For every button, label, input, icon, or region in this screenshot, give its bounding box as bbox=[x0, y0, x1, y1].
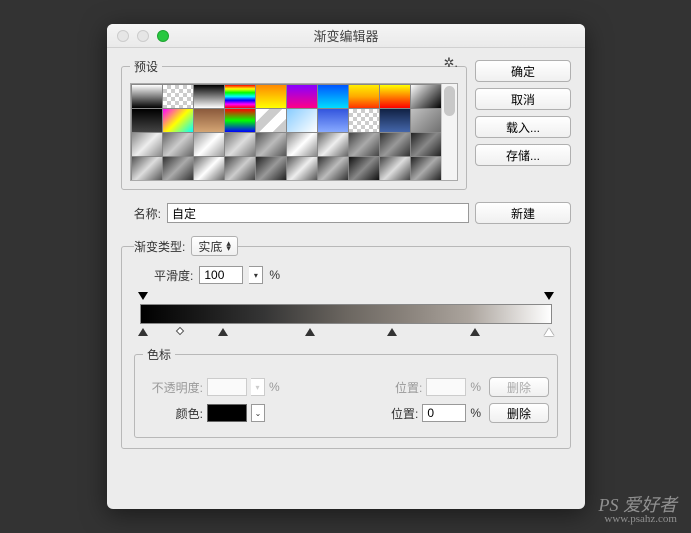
percent-label: % bbox=[470, 406, 481, 420]
presets-label: 预设 bbox=[130, 58, 162, 75]
preset-swatch[interactable] bbox=[255, 84, 287, 109]
gradient-editor-dialog: 渐变编辑器 预设 ✲. 确定 取消 载入... 存储... 名称: 新建 bbox=[107, 24, 585, 509]
preset-swatch[interactable] bbox=[410, 156, 442, 181]
preset-swatch[interactable] bbox=[162, 84, 194, 109]
preset-swatch[interactable] bbox=[379, 132, 411, 157]
gradient-editor bbox=[140, 292, 552, 336]
preset-swatch[interactable] bbox=[410, 84, 442, 109]
preset-swatch[interactable] bbox=[286, 156, 318, 181]
percent-label: % bbox=[269, 268, 280, 282]
chevron-down-icon[interactable]: ▾ bbox=[249, 266, 263, 284]
preset-swatch[interactable] bbox=[193, 84, 225, 109]
preset-swatch[interactable] bbox=[224, 84, 256, 109]
preset-swatch[interactable] bbox=[224, 132, 256, 157]
gradient-type-group: 渐变类型: 实底 ▴▾ 平滑度: ▾ % bbox=[121, 236, 571, 449]
preset-swatch[interactable] bbox=[286, 108, 318, 133]
preset-swatch[interactable] bbox=[317, 132, 349, 157]
delete-color-button[interactable]: 删除 bbox=[489, 403, 549, 423]
cancel-button[interactable]: 取消 bbox=[475, 88, 571, 110]
percent-label: % bbox=[470, 380, 481, 394]
color-stop[interactable] bbox=[470, 326, 480, 336]
preset-swatch[interactable] bbox=[317, 84, 349, 109]
preset-scrollbar[interactable] bbox=[441, 84, 457, 180]
opacity-position-input bbox=[426, 378, 466, 396]
color-stop[interactable] bbox=[305, 326, 315, 336]
type-select[interactable]: 实底 ▴▾ bbox=[191, 236, 238, 256]
color-stop[interactable] bbox=[138, 326, 148, 336]
preset-swatch[interactable] bbox=[224, 156, 256, 181]
preset-swatch[interactable] bbox=[348, 132, 380, 157]
stops-group: 色标 不透明度: ▾ % 位置: % 删除 颜色: ⌄ bbox=[134, 346, 558, 438]
opacity-input bbox=[207, 378, 247, 396]
preset-swatch[interactable] bbox=[193, 132, 225, 157]
preset-grid bbox=[130, 83, 458, 181]
opacity-stop[interactable] bbox=[544, 292, 554, 302]
preset-swatch[interactable] bbox=[317, 156, 349, 181]
preset-swatch[interactable] bbox=[348, 156, 380, 181]
new-button[interactable]: 新建 bbox=[475, 202, 571, 224]
percent-label: % bbox=[269, 380, 280, 394]
chevron-down-icon[interactable]: ⌄ bbox=[251, 404, 265, 422]
preset-swatch[interactable] bbox=[379, 108, 411, 133]
load-button[interactable]: 载入... bbox=[475, 116, 571, 138]
preset-swatch[interactable] bbox=[224, 108, 256, 133]
presets-group: 预设 ✲. bbox=[121, 58, 467, 190]
preset-swatch[interactable] bbox=[286, 84, 318, 109]
preset-swatch[interactable] bbox=[162, 156, 194, 181]
chevron-down-icon: ▾ bbox=[251, 378, 265, 396]
preset-swatch[interactable] bbox=[162, 132, 194, 157]
preset-swatch[interactable] bbox=[317, 108, 349, 133]
color-label: 颜色: bbox=[143, 405, 203, 422]
color-stop[interactable] bbox=[544, 326, 554, 336]
preset-swatch[interactable] bbox=[255, 108, 287, 133]
stops-label: 色标 bbox=[143, 346, 175, 363]
preset-swatch[interactable] bbox=[348, 84, 380, 109]
preset-swatch[interactable] bbox=[255, 132, 287, 157]
color-stop[interactable] bbox=[218, 326, 228, 336]
preset-swatch[interactable] bbox=[193, 156, 225, 181]
opacity-stops[interactable] bbox=[140, 292, 552, 304]
position-label: 位置: bbox=[378, 405, 418, 422]
titlebar: 渐变编辑器 bbox=[107, 24, 585, 48]
color-position-input[interactable] bbox=[422, 404, 466, 422]
color-stop[interactable] bbox=[387, 326, 397, 336]
name-label: 名称: bbox=[121, 205, 161, 222]
preset-swatch[interactable] bbox=[255, 156, 287, 181]
preset-swatch[interactable] bbox=[131, 108, 163, 133]
save-button[interactable]: 存储... bbox=[475, 144, 571, 166]
color-stops[interactable] bbox=[140, 324, 552, 336]
color-well[interactable] bbox=[207, 404, 247, 422]
midpoint-icon[interactable] bbox=[176, 327, 184, 335]
preset-swatch[interactable] bbox=[410, 132, 442, 157]
preset-swatch[interactable] bbox=[348, 108, 380, 133]
opacity-label: 不透明度: bbox=[143, 379, 203, 396]
name-input[interactable] bbox=[167, 203, 469, 223]
preset-swatch[interactable] bbox=[162, 108, 194, 133]
gradient-bar[interactable] bbox=[140, 304, 552, 324]
preset-swatch[interactable] bbox=[379, 84, 411, 109]
chevron-updown-icon: ▴▾ bbox=[226, 241, 231, 251]
side-buttons: 确定 取消 载入... 存储... bbox=[475, 58, 571, 190]
watermark: PS 爱好者 www.psahz.com bbox=[599, 496, 678, 525]
preset-swatch[interactable] bbox=[379, 156, 411, 181]
ok-button[interactable]: 确定 bbox=[475, 60, 571, 82]
preset-swatch[interactable] bbox=[131, 132, 163, 157]
gear-icon[interactable]: ✲. bbox=[443, 55, 458, 71]
smooth-label: 平滑度: bbox=[154, 267, 193, 284]
opacity-stop[interactable] bbox=[138, 292, 148, 302]
smooth-input[interactable] bbox=[199, 266, 243, 284]
delete-opacity-button: 删除 bbox=[489, 377, 549, 397]
preset-swatch[interactable] bbox=[286, 132, 318, 157]
preset-swatch[interactable] bbox=[131, 156, 163, 181]
position-label: 位置: bbox=[382, 379, 422, 396]
window-title: 渐变编辑器 bbox=[107, 26, 585, 45]
preset-swatch[interactable] bbox=[131, 84, 163, 109]
preset-swatch[interactable] bbox=[410, 108, 442, 133]
preset-swatch[interactable] bbox=[193, 108, 225, 133]
type-label: 渐变类型: bbox=[134, 238, 185, 255]
